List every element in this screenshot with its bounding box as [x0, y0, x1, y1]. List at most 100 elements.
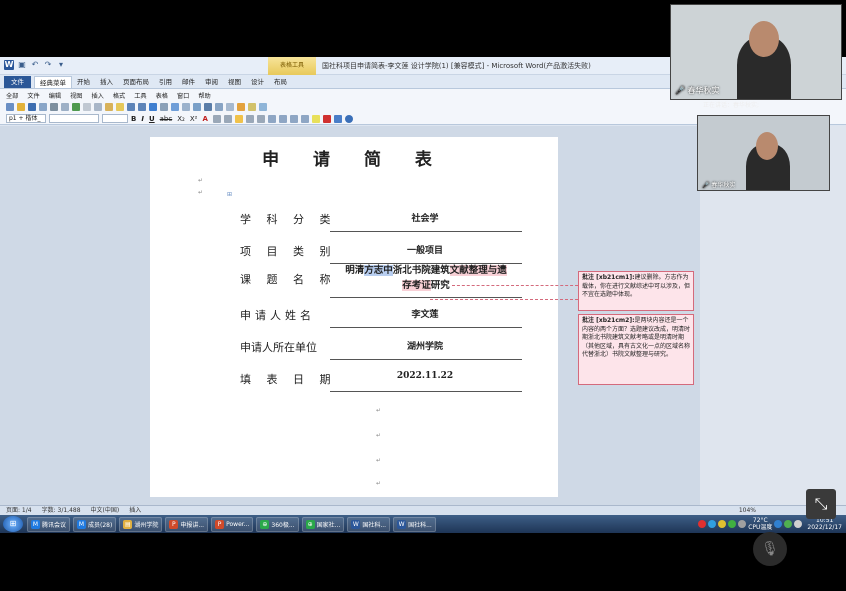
- bold-button[interactable]: B: [131, 115, 136, 123]
- shapes-icon[interactable]: [237, 103, 245, 111]
- justify-icon[interactable]: [234, 114, 243, 123]
- tab-insert[interactable]: 插入: [95, 76, 118, 88]
- tray-app-icon[interactable]: [708, 520, 717, 528]
- drawing-icon[interactable]: [193, 103, 201, 111]
- tray-app-icon[interactable]: [718, 520, 727, 528]
- row-value[interactable]: 明清方志中浙北书院建筑文献整理与遗 存考证研究: [330, 263, 522, 293]
- tab-classic-menu[interactable]: 经典菜单: [34, 76, 72, 88]
- comment-balloon-1[interactable]: 批注 [xb21cm1]:建议删除。方志作为载体，你在进行文献综述中可以涉及，但…: [578, 271, 694, 311]
- tab-references[interactable]: 引用: [154, 76, 177, 88]
- exit-fullscreen-icon[interactable]: ⤡: [806, 489, 836, 519]
- taskbar-item[interactable]: ▤ 湖州学院: [119, 516, 163, 532]
- hyperlink-icon[interactable]: [149, 103, 157, 111]
- clock[interactable]: 10:51 2022/12/17: [807, 517, 842, 531]
- zoom-icon[interactable]: [204, 103, 212, 111]
- superscript-button[interactable]: X²: [190, 115, 198, 123]
- subscript-button[interactable]: X₂: [177, 115, 185, 123]
- format-painter-icon[interactable]: [116, 103, 124, 111]
- taskbar-item[interactable]: ⊕ 360极...: [256, 516, 299, 532]
- align-left-icon[interactable]: [212, 114, 221, 123]
- line-spacing-icon[interactable]: [256, 114, 265, 123]
- tab-page-layout[interactable]: 页面布局: [118, 76, 154, 88]
- tab-home[interactable]: 开始: [72, 76, 95, 88]
- menu-window[interactable]: 窗口: [177, 91, 189, 100]
- word-count[interactable]: 字数: 3/1,488: [42, 506, 81, 515]
- insert-mode[interactable]: 插入: [129, 506, 141, 515]
- menu-edit[interactable]: 编辑: [49, 91, 61, 100]
- qat-dropdown-icon[interactable]: ▾: [56, 60, 66, 70]
- tray-app-icon[interactable]: [784, 520, 793, 528]
- row-value[interactable]: 2022.11.22: [330, 371, 520, 381]
- new-icon[interactable]: [6, 103, 14, 111]
- main-video-tile[interactable]: 🎤 春华秋实: [670, 4, 842, 100]
- table-move-handle[interactable]: ⊞: [227, 191, 232, 198]
- print-icon[interactable]: [50, 103, 58, 111]
- redo-icon[interactable]: [138, 103, 146, 111]
- page-count[interactable]: 页面: 1/4: [6, 506, 32, 515]
- bullets-icon[interactable]: [278, 114, 287, 123]
- document-page[interactable]: 申 请 简 表 ↵ ↵ ⊞ 学 科 分 类 社会学 项 目 类 别 一般项目 课…: [150, 137, 558, 497]
- taskbar-item[interactable]: ⊕ 国家社...: [301, 516, 345, 532]
- row-value[interactable]: 一般项目: [330, 243, 520, 256]
- taskbar-item[interactable]: W 国社科...: [393, 516, 436, 532]
- tab-view[interactable]: 视图: [223, 76, 246, 88]
- print-preview-icon[interactable]: [61, 103, 69, 111]
- tab-mailings[interactable]: 邮件: [177, 76, 200, 88]
- permission-icon[interactable]: [39, 103, 47, 111]
- taskbar-item[interactable]: M 腾讯会议: [27, 516, 71, 532]
- taskbar-item[interactable]: P Power...: [211, 516, 254, 532]
- distributed-icon[interactable]: [245, 114, 254, 123]
- textbox-icon[interactable]: [259, 103, 267, 111]
- second-video-tile[interactable]: 🎤 春华秋实: [697, 115, 830, 191]
- font-color-icon[interactable]: [322, 114, 331, 123]
- highlight-icon[interactable]: [311, 114, 320, 123]
- strikethrough-button[interactable]: abc: [160, 115, 173, 123]
- columns-icon[interactable]: [182, 103, 190, 111]
- menu-insert[interactable]: 插入: [92, 91, 104, 100]
- picture-icon[interactable]: [248, 103, 256, 111]
- numbering-icon[interactable]: [267, 114, 276, 123]
- excel-icon[interactable]: [171, 103, 179, 111]
- increase-indent-icon[interactable]: [300, 114, 309, 123]
- tray-app-icon[interactable]: [728, 520, 737, 528]
- menu-view[interactable]: 视图: [70, 91, 82, 100]
- taskbar-item[interactable]: M 成员(28): [73, 516, 117, 532]
- spelling-icon[interactable]: [72, 103, 80, 111]
- tab-file[interactable]: 文件: [4, 76, 31, 88]
- cut-icon[interactable]: [83, 103, 91, 111]
- redo-icon[interactable]: ↷: [43, 60, 53, 70]
- open-icon[interactable]: [17, 103, 25, 111]
- taskbar-item[interactable]: W 国社科...: [347, 516, 391, 532]
- network-icon[interactable]: [774, 520, 783, 528]
- volume-icon[interactable]: [794, 520, 803, 528]
- menu-file[interactable]: 文件: [27, 91, 39, 100]
- menu-table[interactable]: 表格: [156, 91, 168, 100]
- underline-button[interactable]: U: [149, 115, 155, 123]
- help-icon[interactable]: [215, 103, 223, 111]
- menu-all[interactable]: 全部: [6, 91, 18, 100]
- align-center-icon[interactable]: [223, 114, 232, 123]
- help-icon[interactable]: [344, 114, 353, 123]
- mic-muted-icon[interactable]: 🎙: [753, 532, 787, 566]
- font-color-button[interactable]: A: [202, 115, 207, 123]
- cpu-temperature[interactable]: 72°C CPU温度: [748, 517, 772, 531]
- font-combo[interactable]: [49, 114, 99, 123]
- table-tools-context-tab[interactable]: 表格工具: [268, 57, 316, 75]
- font-size-combo[interactable]: [102, 114, 128, 123]
- tab-layout[interactable]: 布局: [269, 76, 292, 88]
- comment-balloon-2[interactable]: 批注 [xb21cm2]:是两块内容还是一个内容的两个方面？选题建议改成，明清时…: [578, 314, 694, 385]
- paste-icon[interactable]: [105, 103, 113, 111]
- menu-help[interactable]: 帮助: [198, 91, 210, 100]
- tray-app-icon[interactable]: [698, 520, 707, 528]
- word-logo-icon[interactable]: W: [4, 60, 14, 70]
- menu-tools[interactable]: 工具: [134, 91, 146, 100]
- decrease-indent-icon[interactable]: [289, 114, 298, 123]
- start-button[interactable]: ⊞: [3, 516, 23, 532]
- save-icon[interactable]: [28, 103, 36, 111]
- style-combo[interactable]: p1 + 楷体_: [6, 114, 46, 123]
- text-effects-icon[interactable]: [333, 114, 342, 123]
- tab-review[interactable]: 审阅: [200, 76, 223, 88]
- table-icon[interactable]: [160, 103, 168, 111]
- row-value[interactable]: 社会学: [330, 211, 520, 224]
- taskbar-item[interactable]: P 申报讲...: [165, 516, 209, 532]
